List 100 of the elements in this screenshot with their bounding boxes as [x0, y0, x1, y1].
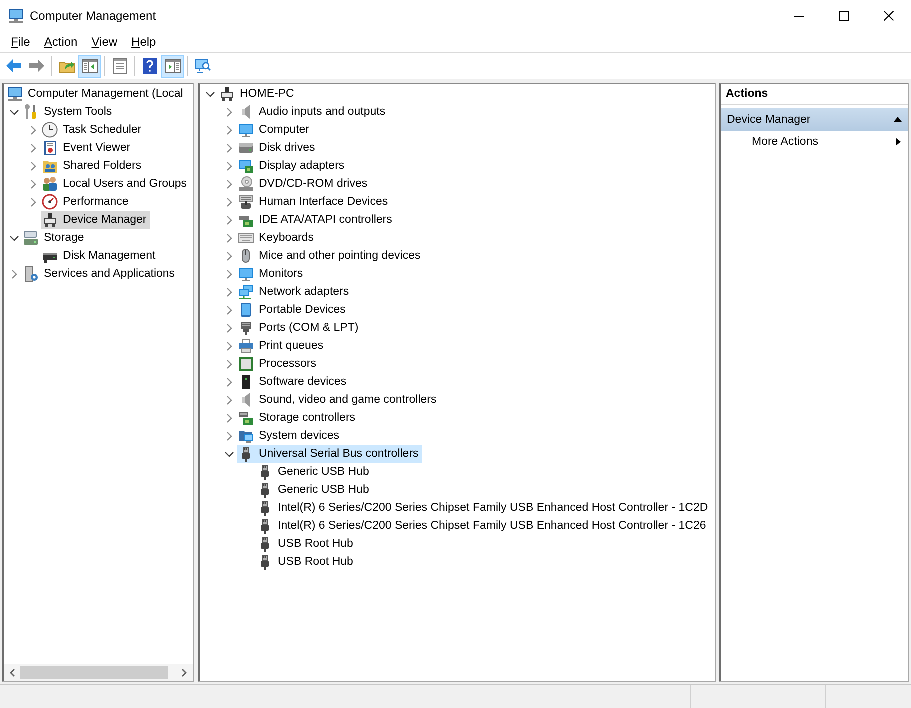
tree-item[interactable]: HOME-PC: [218, 85, 298, 103]
shared-folder-icon: [42, 158, 58, 174]
chevron-right-icon[interactable]: [30, 144, 36, 152]
tree-item[interactable]: Disk drives: [237, 139, 318, 157]
tree-item[interactable]: DVD/CD-ROM drives: [237, 175, 371, 193]
chevron-right-icon[interactable]: [30, 126, 36, 134]
tree-item[interactable]: Computer: [237, 121, 312, 139]
chevron-right-icon[interactable]: [226, 378, 232, 386]
tree-item[interactable]: System devices: [237, 427, 343, 445]
chevron-right-icon[interactable]: [30, 180, 36, 188]
left-pane-icon: [82, 58, 98, 74]
tree-item[interactable]: Storage controllers: [237, 409, 359, 427]
scroll-left-icon[interactable]: [10, 668, 15, 676]
tree-item[interactable]: Human Interface Devices: [237, 193, 392, 211]
chevron-right-icon[interactable]: [226, 180, 232, 188]
chevron-down-icon[interactable]: [10, 110, 18, 114]
device-icon: [42, 212, 58, 228]
tree-item[interactable]: Network adapters: [237, 283, 352, 301]
chevron-right-icon[interactable]: [226, 342, 232, 350]
chevron-down-icon[interactable]: [10, 236, 18, 240]
tree-item[interactable]: Shared Folders: [41, 157, 145, 175]
tree-item[interactable]: Portable Devices: [237, 301, 349, 319]
chevron-right-icon[interactable]: [226, 414, 232, 422]
chevron-right-icon[interactable]: [226, 324, 232, 332]
tree-item[interactable]: Performance: [41, 193, 132, 211]
tree-item[interactable]: Keyboards: [237, 229, 317, 247]
tree-item[interactable]: Software devices: [237, 373, 350, 391]
chevron-right-icon[interactable]: [30, 162, 36, 170]
tree-item[interactable]: Computer Management (Local: [6, 85, 186, 103]
usb-plug-icon: [260, 518, 270, 534]
scrollbar-thumb[interactable]: [20, 666, 168, 679]
system-devices-icon: [238, 428, 254, 444]
tree-item[interactable]: Event Viewer: [41, 139, 134, 157]
chevron-right-icon[interactable]: [30, 198, 36, 206]
chevron-right-icon[interactable]: [226, 252, 232, 260]
chevron-down-icon[interactable]: [224, 452, 234, 456]
arrow-left-icon: [6, 58, 22, 74]
tree-item[interactable]: IDE ATA/ATAPI controllers: [237, 211, 396, 229]
close-icon: [884, 11, 894, 21]
optical-drive-icon: [238, 176, 254, 192]
printer-icon: [238, 338, 254, 354]
chevron-right-icon[interactable]: [226, 306, 232, 314]
usb-plug-icon: [260, 554, 270, 570]
computer-icon: [8, 8, 24, 24]
tree-item[interactable]: System Tools: [22, 103, 116, 121]
chevron-down-icon[interactable]: [206, 92, 214, 96]
chevron-right-icon[interactable]: [12, 270, 16, 278]
chevron-right-icon[interactable]: [226, 216, 232, 224]
tree-item[interactable]: Print queues: [237, 337, 327, 355]
chevron-right-icon[interactable]: [226, 432, 232, 440]
chevron-right-icon[interactable]: [226, 288, 232, 296]
chevron-right-icon[interactable]: [226, 198, 232, 206]
menu-item[interactable]: Action: [37, 33, 85, 51]
tree-item[interactable]: Task Scheduler: [41, 121, 145, 139]
action-item[interactable]: More Actions: [721, 131, 908, 152]
tree-item[interactable]: USB Root Hub: [256, 535, 356, 553]
help-icon: [142, 58, 158, 74]
horizontal-scrollbar[interactable]: [4, 664, 193, 681]
monitor-icon: [238, 122, 254, 138]
menu-item[interactable]: View: [84, 33, 125, 51]
tree-item[interactable]: USB Root Hub: [256, 553, 356, 571]
tree-item[interactable]: Universal Serial Bus controllers: [237, 445, 422, 463]
tree-item[interactable]: Device Manager: [41, 211, 150, 229]
speaker-icon: [241, 392, 251, 408]
tree-item[interactable]: Generic USB Hub: [256, 481, 372, 499]
tree-item[interactable]: Processors: [237, 355, 320, 373]
right-pane-icon: [164, 58, 180, 74]
chevron-right-icon[interactable]: [226, 162, 232, 170]
tree-item[interactable]: Ports (COM & LPT): [237, 319, 362, 337]
chevron-right-icon[interactable]: [226, 234, 232, 242]
menu-item[interactable]: Help: [124, 33, 164, 51]
tree-item[interactable]: Mice and other pointing devices: [237, 247, 424, 265]
menu-item[interactable]: File: [4, 33, 38, 51]
tree-item[interactable]: Display adapters: [237, 157, 348, 175]
chevron-right-icon[interactable]: [226, 360, 232, 368]
users-icon: [42, 176, 58, 192]
chevron-right-icon[interactable]: [226, 108, 232, 116]
chevron-right-icon[interactable]: [226, 126, 232, 134]
tree-item[interactable]: Monitors: [237, 265, 306, 283]
chevron-right-icon[interactable]: [226, 144, 232, 152]
tree-item[interactable]: Generic USB Hub: [256, 463, 372, 481]
tree-item[interactable]: Services and Applications: [22, 265, 178, 283]
tree-item[interactable]: Sound, video and game controllers: [237, 391, 440, 409]
tree-item[interactable]: Intel(R) 6 Series/C200 Series Chipset Family USB Enhanced Host Controller - 1C2D: [256, 499, 712, 517]
tree-item[interactable]: Intel(R) 6 Series/C200 Series Chipset Family USB Enhanced Host Controller - 1C26: [256, 517, 710, 535]
usb-plug-icon: [241, 446, 251, 462]
chevron-right-icon[interactable]: [226, 396, 232, 404]
tree-item[interactable]: Audio inputs and outputs: [237, 103, 389, 121]
scroll-right-icon[interactable]: [182, 668, 187, 676]
storage-icon: [23, 230, 39, 246]
show-console-tree-button[interactable]: [78, 54, 101, 78]
tree-item[interactable]: Local Users and Groups: [41, 175, 190, 193]
chevron-right-icon[interactable]: [226, 270, 232, 278]
computer-icon: [7, 86, 23, 102]
tree-item[interactable]: Disk Management: [41, 247, 159, 265]
show-action-pane-button[interactable]: [161, 54, 184, 78]
tree-item[interactable]: Storage: [22, 229, 88, 247]
collapse-triangle-icon[interactable]: [894, 117, 902, 122]
section-header[interactable]: Device Manager: [721, 108, 908, 131]
arrow-right-icon: [28, 58, 44, 74]
